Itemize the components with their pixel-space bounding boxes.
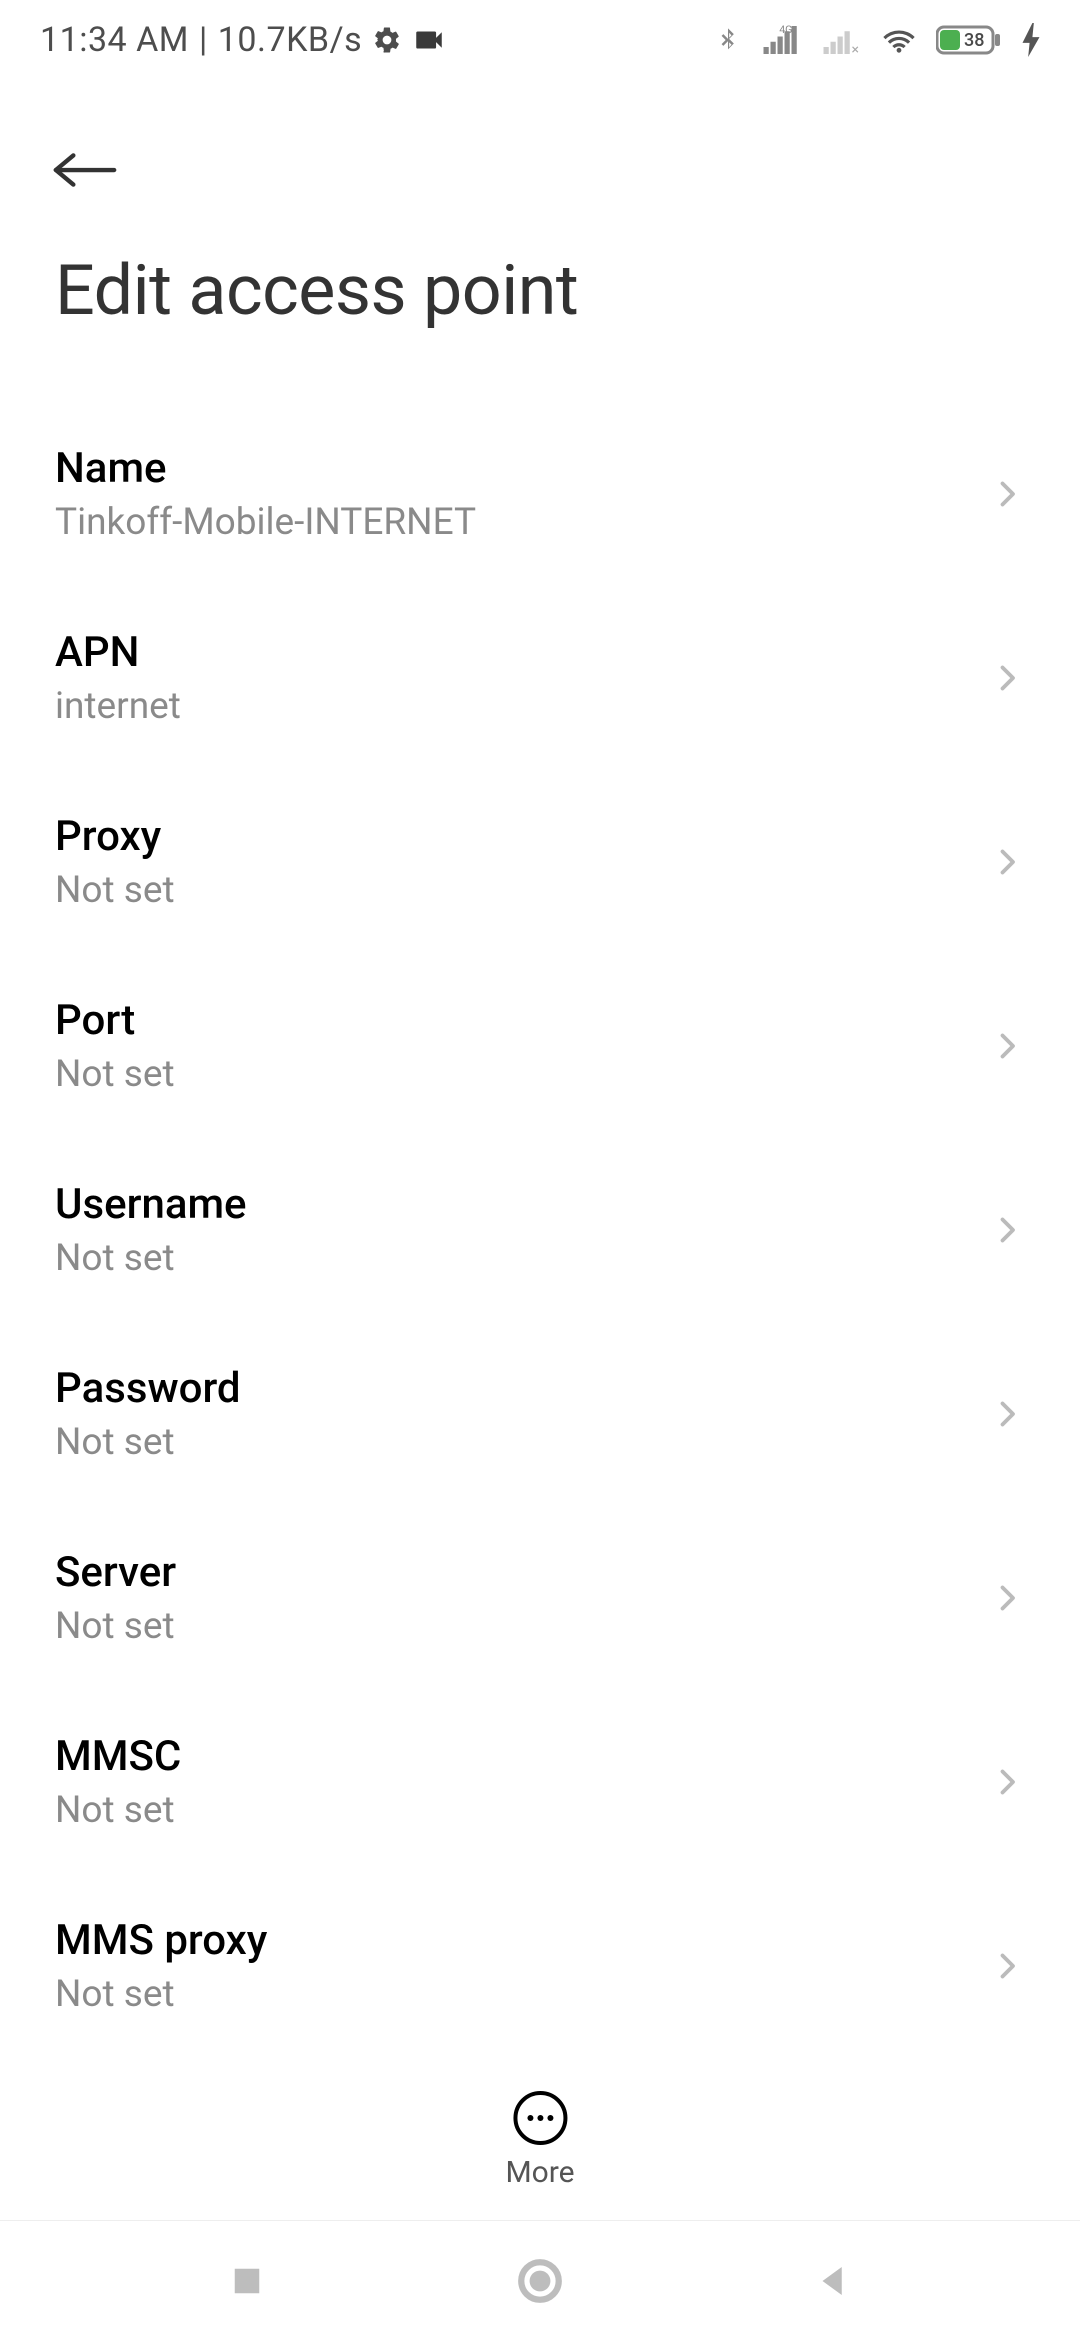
setting-label: Username	[55, 1180, 247, 1229]
status-left: 11:34 AM | 10.7KB/s	[40, 20, 446, 60]
status-right: 4G × 38	[714, 21, 1040, 59]
setting-label: MMS proxy	[55, 1916, 267, 1965]
chevron-right-icon	[989, 1948, 1025, 1984]
setting-value: Not set	[55, 1973, 267, 2016]
setting-value: Not set	[55, 1053, 175, 1096]
setting-value: Tinkoff-Mobile-INTERNET	[55, 501, 476, 544]
navigation-bar	[0, 2220, 1080, 2340]
setting-label: Port	[55, 996, 175, 1045]
bluetooth-icon	[714, 22, 742, 58]
header: Edit access point	[0, 80, 1080, 332]
setting-row-name[interactable]: Name Tinkoff-Mobile-INTERNET	[55, 402, 1025, 586]
page-title: Edit access point	[55, 250, 1025, 332]
signal-4g-icon: 4G	[760, 22, 802, 58]
setting-row-port[interactable]: Port Not set	[55, 954, 1025, 1138]
setting-value: Not set	[55, 1237, 247, 1280]
setting-row-apn[interactable]: APN internet	[55, 586, 1025, 770]
svg-text:×: ×	[852, 42, 859, 58]
battery-percent-text: 38	[964, 30, 984, 51]
chevron-right-icon	[989, 844, 1025, 880]
setting-value: internet	[55, 685, 181, 728]
signal-nosim-icon: ×	[820, 22, 862, 58]
chevron-right-icon	[989, 1028, 1025, 1064]
chevron-right-icon	[989, 476, 1025, 512]
status-time: 11:34 AM	[40, 20, 189, 60]
chevron-right-icon	[989, 1212, 1025, 1248]
nav-home-button[interactable]	[510, 2251, 570, 2311]
setting-value: Not set	[55, 869, 175, 912]
nav-back-button[interactable]	[803, 2251, 863, 2311]
circle-icon	[515, 2256, 565, 2306]
video-icon	[412, 23, 446, 57]
setting-row-proxy[interactable]: Proxy Not set	[55, 770, 1025, 954]
setting-row-mmsproxy[interactable]: MMS proxy Not set	[55, 1874, 1025, 2058]
setting-value: Not set	[55, 1605, 176, 1648]
status-netspeed: 10.7KB/s	[218, 20, 362, 60]
back-arrow-icon	[50, 145, 120, 195]
more-icon	[513, 2091, 567, 2145]
chevron-right-icon	[989, 1764, 1025, 1800]
status-bar: 11:34 AM | 10.7KB/s 4G ×	[0, 0, 1080, 80]
wifi-icon	[880, 21, 918, 59]
square-icon	[226, 2260, 268, 2302]
setting-label: MMSC	[55, 1732, 181, 1781]
setting-label: Server	[55, 1548, 176, 1597]
nav-recent-button[interactable]	[217, 2251, 277, 2311]
triangle-back-icon	[812, 2260, 854, 2302]
charging-icon	[1022, 23, 1040, 57]
chevron-right-icon	[989, 660, 1025, 696]
gear-icon	[372, 25, 402, 55]
status-sep: |	[199, 20, 208, 60]
setting-label: Name	[55, 444, 476, 493]
more-button[interactable]: More	[505, 2091, 574, 2190]
chevron-right-icon	[989, 1580, 1025, 1616]
setting-row-mmsc[interactable]: MMSC Not set	[55, 1690, 1025, 1874]
setting-label: Proxy	[55, 812, 175, 861]
settings-list: Name Tinkoff-Mobile-INTERNET APN interne…	[0, 332, 1080, 2058]
setting-label: Password	[55, 1364, 241, 1413]
more-label: More	[505, 2155, 574, 2190]
setting-row-username[interactable]: Username Not set	[55, 1138, 1025, 1322]
setting-value: Not set	[55, 1421, 241, 1464]
setting-value: Not set	[55, 1789, 181, 1832]
chevron-right-icon	[989, 1396, 1025, 1432]
setting-label: APN	[55, 628, 181, 677]
battery-icon: 38	[936, 23, 1004, 57]
setting-row-password[interactable]: Password Not set	[55, 1322, 1025, 1506]
setting-row-server[interactable]: Server Not set	[55, 1506, 1025, 1690]
back-button[interactable]	[45, 130, 125, 210]
